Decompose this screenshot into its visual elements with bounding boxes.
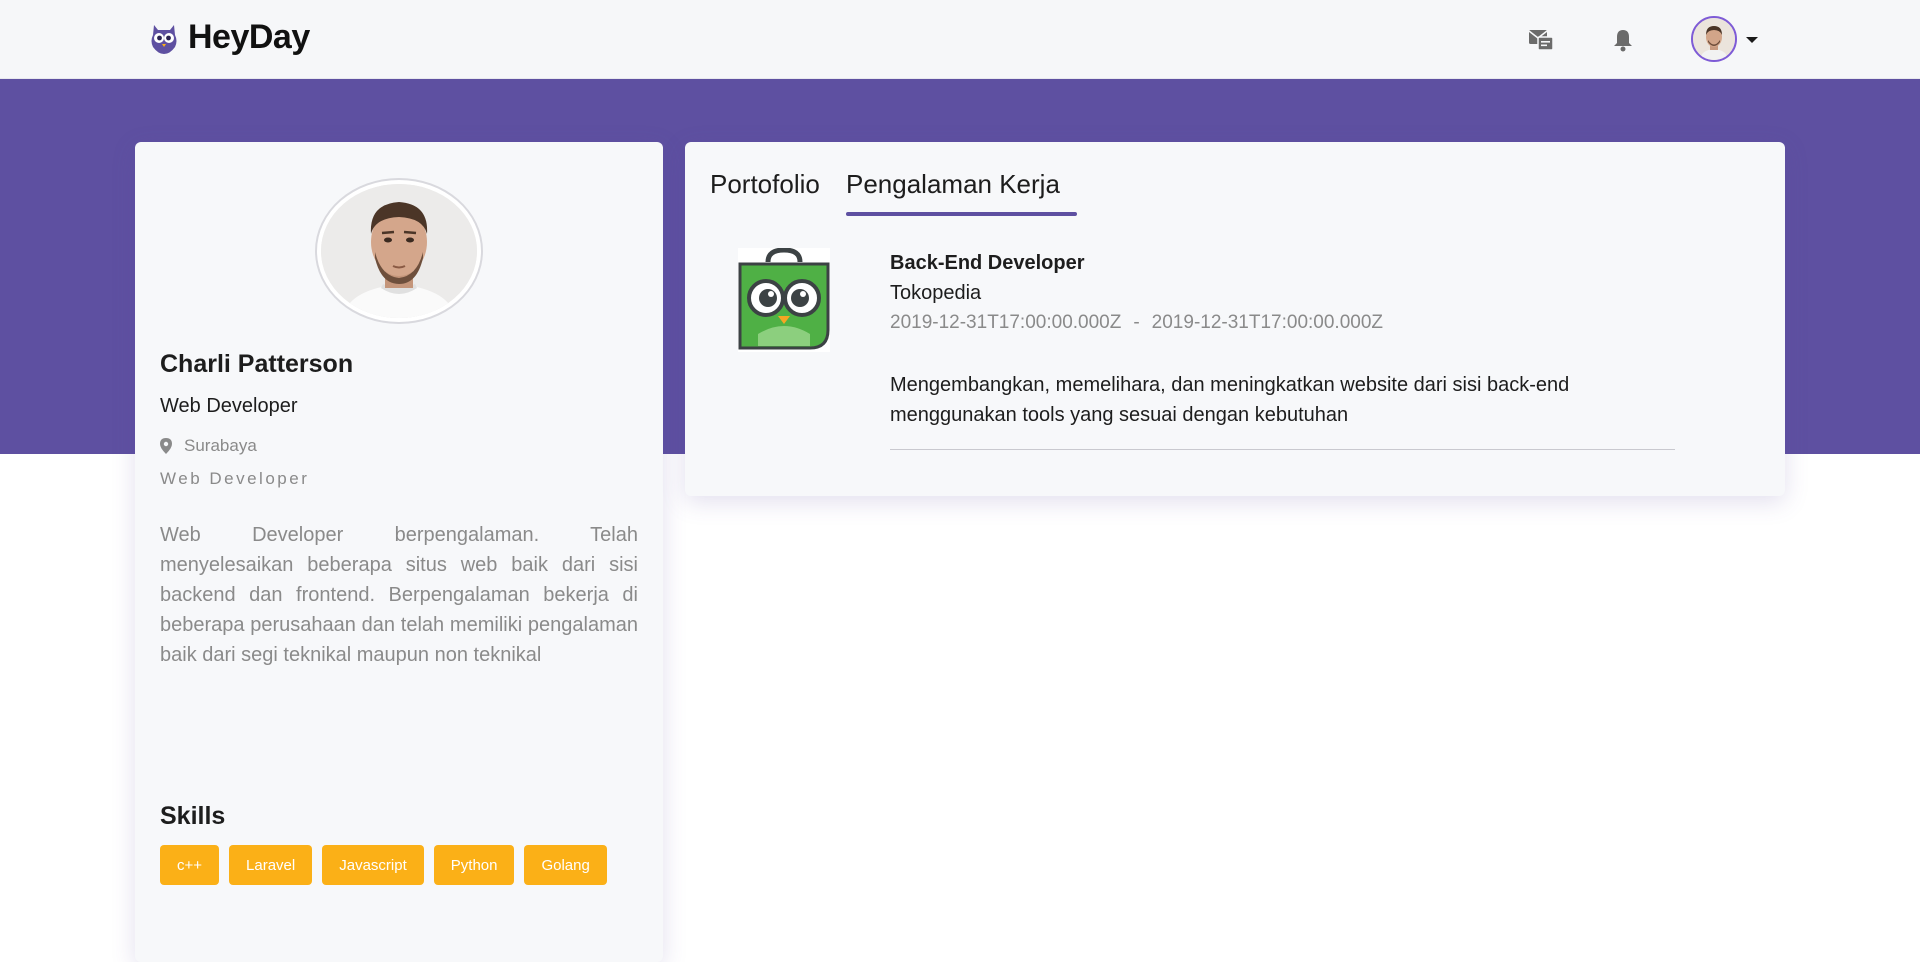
job-company: Tokopedia bbox=[890, 282, 982, 304]
work-experience-card: Portofolio Pengalaman Kerja Back-End Dev… bbox=[685, 142, 1785, 496]
tab-work-experience[interactable]: Pengalaman Kerja bbox=[846, 169, 1060, 200]
skill-badge[interactable]: c++ bbox=[160, 845, 220, 885]
profile-location: Surabaya bbox=[160, 436, 257, 456]
tab-portfolio[interactable]: Portofolio bbox=[710, 169, 820, 200]
bell-icon[interactable] bbox=[1607, 24, 1639, 56]
user-avatar[interactable] bbox=[1691, 16, 1737, 62]
job-dates: 2019-12-31T17:00:00.000Z - 2019-12-31T17… bbox=[890, 312, 1383, 334]
job-description: Mengembangkan, memelihara, dan meningkat… bbox=[890, 374, 1570, 426]
location-text: Surabaya bbox=[184, 436, 257, 455]
profile-role: Web Developer bbox=[160, 469, 310, 488]
skill-badge[interactable]: Python bbox=[433, 845, 515, 885]
caret-down-icon[interactable] bbox=[1745, 32, 1759, 50]
skill-badge[interactable]: Javascript bbox=[322, 845, 424, 885]
brand-logo[interactable]: HeyDay bbox=[148, 18, 310, 57]
top-navbar: HeyDay bbox=[0, 0, 1920, 79]
skills-heading: Skills bbox=[160, 802, 226, 830]
skill-badge[interactable]: Golang bbox=[524, 845, 607, 885]
profile-name: Charli Patterson bbox=[160, 350, 354, 378]
owl-logo-icon bbox=[151, 24, 177, 54]
mail-icon[interactable] bbox=[1525, 24, 1557, 56]
skills-list: c++ Laravel Javascript Python Golang bbox=[160, 845, 638, 885]
date-separator: - bbox=[1133, 312, 1140, 333]
job-position: Back-End Developer bbox=[890, 252, 1085, 274]
profile-card: Charli Patterson Web Developer Surabaya … bbox=[135, 142, 663, 962]
map-marker-icon bbox=[160, 438, 172, 454]
divider bbox=[890, 449, 1675, 450]
job-start-date: 2019-12-31T17:00:00.000Z bbox=[890, 312, 1122, 333]
job-end-date: 2019-12-31T17:00:00.000Z bbox=[1151, 312, 1384, 333]
profile-photo bbox=[315, 178, 483, 324]
profile-title: Web Developer bbox=[160, 395, 298, 417]
brand-name: HeyDay bbox=[188, 18, 310, 56]
skill-badge[interactable]: Laravel bbox=[229, 845, 313, 885]
profile-bio: Web Developer berpengalaman. Telah menye… bbox=[160, 524, 638, 666]
company-logo bbox=[738, 247, 830, 352]
active-tab-indicator bbox=[846, 212, 1077, 216]
